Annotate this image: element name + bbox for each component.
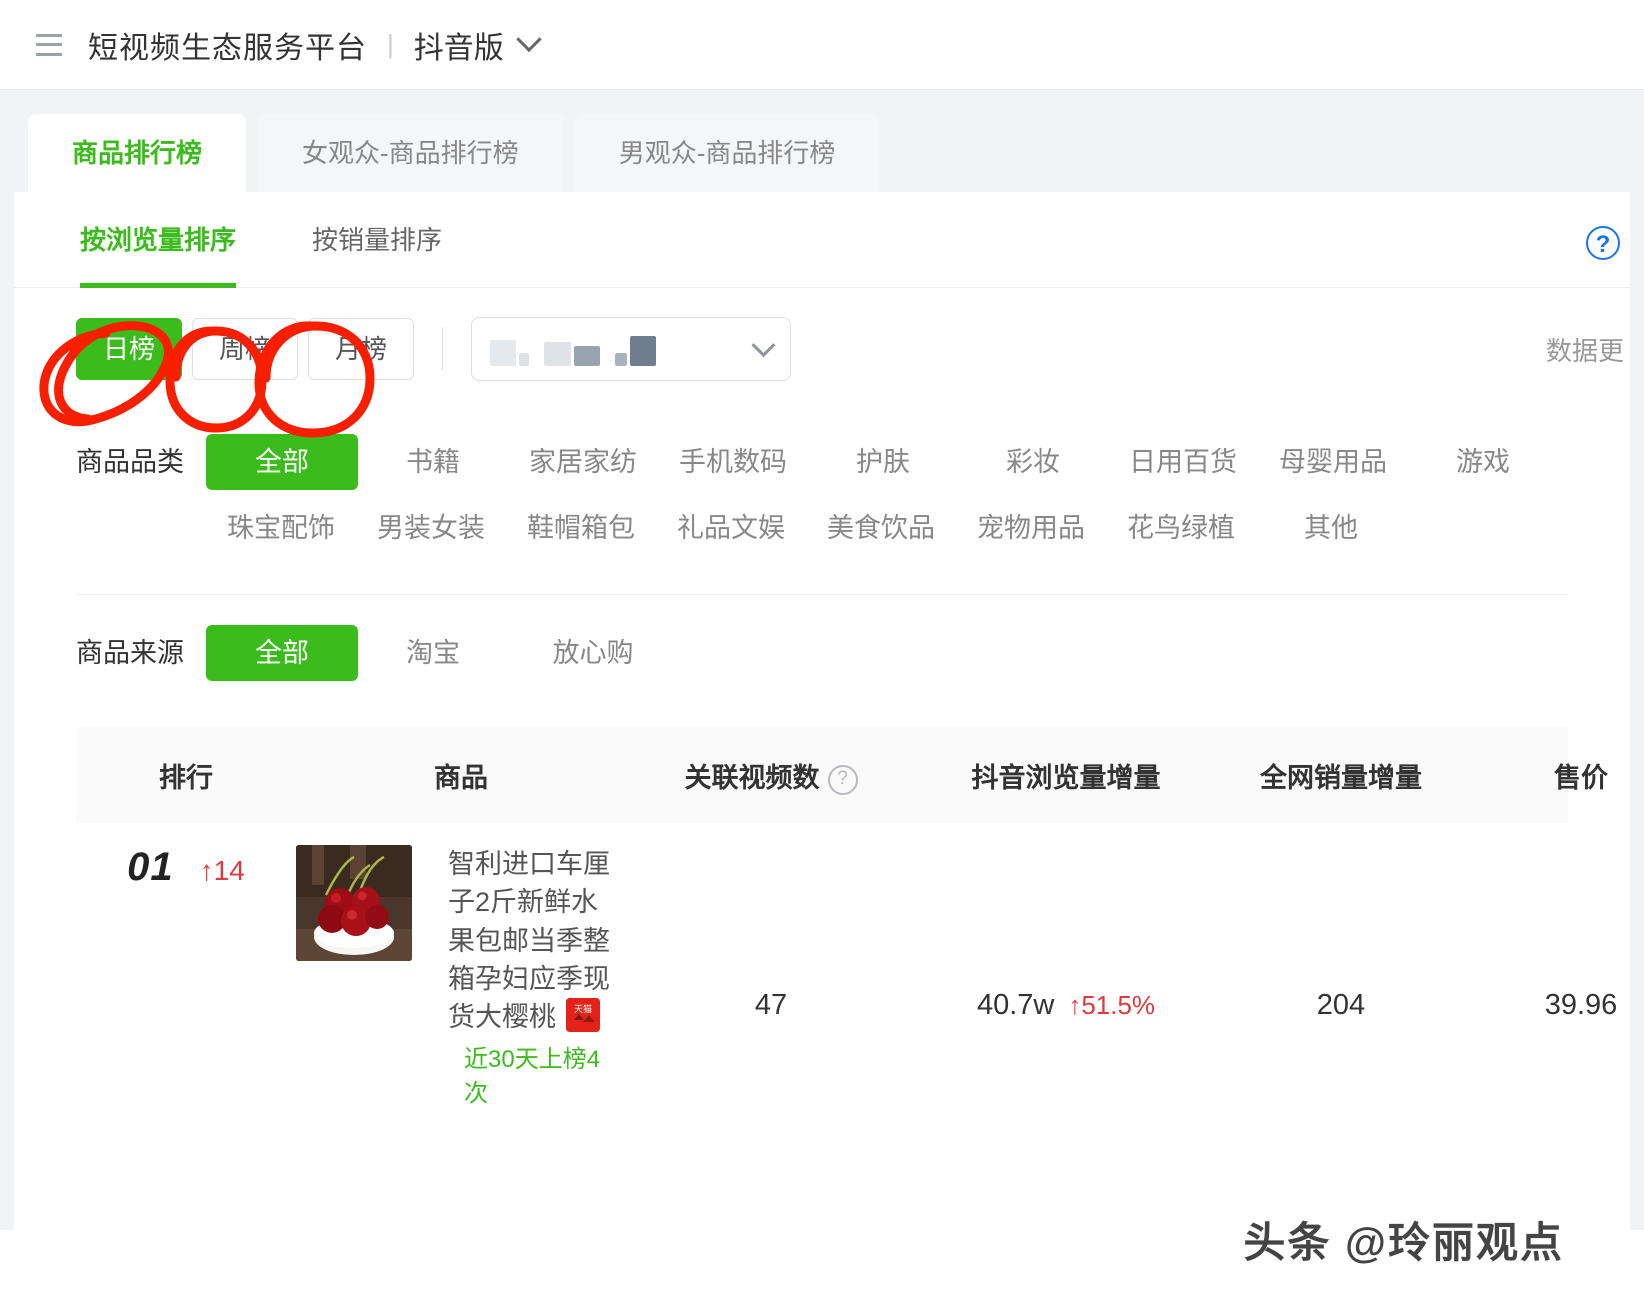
sales-growth-value: 204 <box>1316 989 1366 1021</box>
data-update-note: 数据更 <box>1545 335 1624 366</box>
ranking-card: 按浏览量排序 按销量排序 ? 日榜 周榜 月榜 数据更 商品品类 全部 书籍 家… <box>14 192 1630 1312</box>
category-chip-skincare[interactable]: 护肤 <box>808 434 958 490</box>
tab-male-audience-ranking[interactable]: 男观众-商品排行榜 <box>574 114 880 192</box>
page-title: 短视频生态服务平台 <box>88 31 367 65</box>
ranking-table: 排行 商品 关联视频数? 抖音浏览量增量 全网销量增量 售价 01 ↑14 智利… <box>14 727 1630 1165</box>
source-chip-all[interactable]: 全部 <box>206 625 358 681</box>
product-thumbnail[interactable] <box>296 845 412 961</box>
column-header-rank: 排行 <box>159 762 213 793</box>
chevron-down-icon <box>751 332 776 357</box>
column-header-sales-growth: 全网销量增量 <box>1260 762 1422 793</box>
hamburger-list-icon[interactable] <box>36 33 62 56</box>
tmall-badge-icon: 天猫 <box>566 998 600 1033</box>
header-separator: | <box>387 29 394 59</box>
category-filter-row: 商品品类 全部 书籍 家居家纺 手机数码 护肤 彩妆 日用百货 母婴用品 游戏 … <box>76 410 1630 566</box>
on-list-count: 近30天上榜4次 <box>464 1045 601 1108</box>
category-chip-makeup[interactable]: 彩妆 <box>958 434 1108 490</box>
cell-related-videos: 47 <box>626 845 916 1165</box>
related-videos-value: 47 <box>754 989 788 1021</box>
question-mark-icon[interactable]: ? <box>827 764 858 795</box>
view-growth-value: 40.7w <box>976 989 1055 1021</box>
category-chip-daily-goods[interactable]: 日用百货 <box>1108 434 1258 490</box>
range-button-monthly[interactable]: 月榜 <box>308 318 415 380</box>
category-chip-pet-supplies[interactable]: 宠物用品 <box>956 500 1106 556</box>
cell-sales-growth: 204 <box>1216 845 1466 1165</box>
view-growth-percent: ↑51.5% <box>1068 990 1156 1020</box>
date-select-dropdown[interactable] <box>471 317 792 381</box>
app-header: 短视频生态服务平台 | 抖音版 <box>0 0 1644 90</box>
column-header-price: 售价 <box>1554 762 1608 793</box>
subtab-sort-by-views[interactable]: 按浏览量排序 <box>80 192 237 288</box>
table-row[interactable]: 01 ↑14 智利进口车厘子2斤新鲜水果包邮当季整箱孕妇应季现货大樱桃 天猫 近… <box>76 823 1617 1165</box>
source-filter-row: 商品来源 全部 淘宝 放心购 <box>76 595 1630 691</box>
vertical-divider <box>442 327 444 371</box>
rank-number: 01 <box>127 845 174 889</box>
range-filter-row: 日榜 周榜 月榜 数据更 <box>14 288 1630 410</box>
source-filter-label: 商品来源 <box>76 638 184 668</box>
edition-label: 抖音版 <box>413 31 504 65</box>
chevron-down-icon[interactable] <box>516 26 542 52</box>
sort-subtabs: 按浏览量排序 按销量排序 ? <box>14 192 1630 288</box>
subtab-sort-by-sales[interactable]: 按销量排序 <box>312 192 442 288</box>
category-chip-all[interactable]: 全部 <box>206 434 358 490</box>
category-chip-grid: 全部 书籍 家居家纺 手机数码 护肤 彩妆 日用百货 母婴用品 游戏 珠宝配饰 … <box>206 434 1596 566</box>
tab-product-ranking[interactable]: 商品排行榜 <box>28 114 247 192</box>
category-chip-home-textiles[interactable]: 家居家纺 <box>508 434 658 490</box>
column-header-view-growth: 抖音浏览量增量 <box>971 762 1161 793</box>
cell-rank: 01 ↑14 <box>76 845 296 1165</box>
category-filter-label: 商品品类 <box>76 447 184 477</box>
range-button-daily[interactable]: 日榜 <box>76 318 183 380</box>
category-chip-games[interactable]: 游戏 <box>1408 434 1558 490</box>
source-chip-fangxingou[interactable]: 放心购 <box>508 625 678 681</box>
svg-text:天猫: 天猫 <box>574 1003 592 1015</box>
category-chip-shoes-bags[interactable]: 鞋帽箱包 <box>506 500 656 556</box>
table-header-row: 排行 商品 关联视频数? 抖音浏览量增量 全网销量增量 售价 <box>76 727 1608 823</box>
category-chip-clothing[interactable]: 男装女装 <box>356 500 506 556</box>
filter-block: 商品品类 全部 书籍 家居家纺 手机数码 护肤 彩妆 日用百货 母婴用品 游戏 … <box>14 410 1630 691</box>
column-header-related-videos-label: 关联视频数 <box>684 762 820 793</box>
cell-price: 39.96 <box>1466 845 1644 1165</box>
help-icon[interactable]: ? <box>1586 226 1620 260</box>
product-title[interactable]: 智利进口车厘子2斤新鲜水果包邮当季整箱孕妇应季现货大樱桃 天猫 <box>448 845 623 1037</box>
category-chip-phones-digital[interactable]: 手机数码 <box>658 434 808 490</box>
category-chip-gifts-culture[interactable]: 礼品文娱 <box>656 500 806 556</box>
range-button-weekly[interactable]: 周榜 <box>192 318 299 380</box>
cell-view-growth: 40.7w ↑51.5% <box>916 845 1216 1165</box>
source-chip-taobao[interactable]: 淘宝 <box>358 625 508 681</box>
product-info: 智利进口车厘子2斤新鲜水果包邮当季整箱孕妇应季现货大樱桃 天猫 近30天上榜4次 <box>448 845 623 1112</box>
range-segment-group: 日榜 周榜 月榜 <box>76 318 424 380</box>
category-chip-food-drink[interactable]: 美食饮品 <box>806 500 956 556</box>
category-chip-jewelry[interactable]: 珠宝配饰 <box>206 500 356 556</box>
page-body: 商品排行榜 女观众-商品排行榜 男观众-商品排行榜 按浏览量排序 按销量排序 ?… <box>0 90 1644 1312</box>
rank-delta: ↑14 <box>199 855 245 886</box>
category-chip-plants[interactable]: 花鸟绿植 <box>1106 500 1256 556</box>
category-chip-maternal-baby[interactable]: 母婴用品 <box>1258 434 1408 490</box>
ranking-tabs: 商品排行榜 女观众-商品排行榜 男观众-商品排行榜 <box>14 114 1630 192</box>
column-header-related-videos: 关联视频数? <box>626 756 916 795</box>
category-chip-books[interactable]: 书籍 <box>358 434 508 490</box>
column-header-product: 商品 <box>434 762 488 793</box>
watermark: 头条 @玲丽观点 <box>1243 1219 1564 1266</box>
price-value: 39.96 <box>1544 989 1618 1021</box>
source-chip-grid: 全部 淘宝 放心购 <box>206 625 1596 691</box>
cell-product: 智利进口车厘子2斤新鲜水果包邮当季整箱孕妇应季现货大樱桃 天猫 近30天上榜4次 <box>296 845 626 1112</box>
tab-female-audience-ranking[interactable]: 女观众-商品排行榜 <box>258 114 563 192</box>
redacted-value <box>490 332 657 366</box>
category-chip-other[interactable]: 其他 <box>1256 500 1406 556</box>
